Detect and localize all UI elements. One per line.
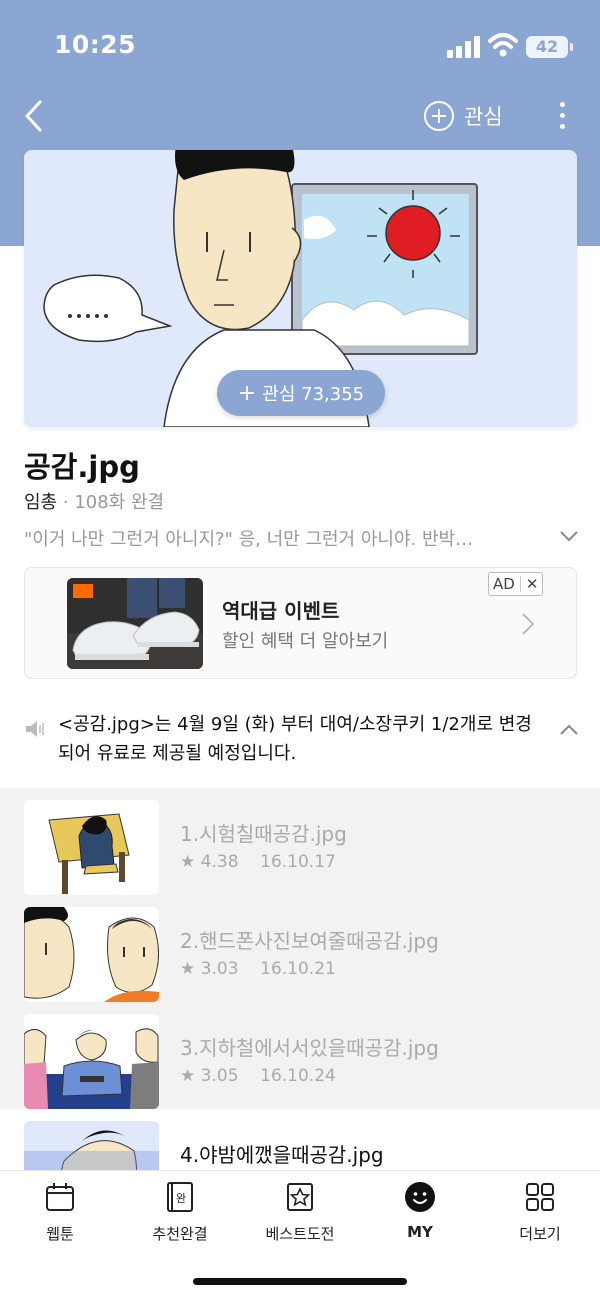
tab-more[interactable]: 더보기 bbox=[480, 1181, 600, 1243]
ad-subtitle: 할인 혜택 더 알아보기 bbox=[222, 631, 389, 652]
chevron-up-icon[interactable] bbox=[558, 722, 580, 736]
series-meta: 임총 · 108화 완결 bbox=[24, 488, 164, 514]
star-icon: ★ bbox=[180, 1066, 196, 1086]
episode-title: 4.야밤에깼을때공감.jpg bbox=[180, 1143, 384, 1167]
chevron-down-icon[interactable] bbox=[558, 528, 580, 544]
chevron-right-icon bbox=[522, 613, 535, 635]
episode-thumbnail bbox=[24, 1121, 159, 1170]
smiley-icon bbox=[405, 1182, 435, 1212]
notice-banner: <공감.jpg>는 4월 9일 (화) 부터 대여/소장쿠키 1/2개로 변경되… bbox=[0, 696, 600, 788]
tab-label: 웹툰 bbox=[46, 1225, 74, 1243]
episode-meta: ★ 3.05 16.10.24 bbox=[180, 1066, 336, 1086]
home-indicator[interactable] bbox=[193, 1278, 407, 1285]
episode-title: 2.핸드폰사진보여줄때공감.jpg bbox=[180, 929, 439, 953]
episode-meta: ★ 4.38 16.10.17 bbox=[180, 852, 336, 872]
episode-thumbnail bbox=[24, 800, 159, 895]
notice-text: <공감.jpg>는 4월 9일 (화) 부터 대여/소장쿠키 1/2개로 변경되… bbox=[58, 714, 532, 764]
episode-meta: ★ 3.03 16.10.21 bbox=[180, 959, 336, 979]
tab-best-challenge[interactable]: 베스트도전 bbox=[240, 1181, 360, 1243]
tab-recommended-completed[interactable]: 완 추천완결 bbox=[120, 1181, 240, 1243]
tab-label: 베스트도전 bbox=[265, 1225, 335, 1243]
tab-label: 더보기 bbox=[519, 1225, 561, 1243]
series-title: 공감.jpg bbox=[24, 450, 140, 484]
ad-image bbox=[67, 578, 203, 669]
tab-my[interactable]: MY bbox=[360, 1181, 480, 1241]
episode-row[interactable]: 1.시험칠때공감.jpg ★ 4.38 16.10.17 bbox=[0, 788, 600, 895]
star-icon: ★ bbox=[180, 959, 196, 979]
tab-label: 추천완결 bbox=[152, 1225, 208, 1243]
battery-level: 42 bbox=[535, 37, 559, 56]
tab-label: MY bbox=[407, 1223, 433, 1241]
book-icon: 완 bbox=[167, 1182, 193, 1212]
episode-row[interactable]: 2.핸드폰사진보여줄때공감.jpg ★ 3.03 16.10.21 bbox=[0, 895, 600, 1002]
follow-count-button[interactable]: + 관심 73,355 bbox=[217, 370, 385, 416]
calendar-icon bbox=[46, 1183, 74, 1211]
cellular-signal-icon bbox=[447, 36, 481, 58]
episode-rating: 4.38 bbox=[200, 852, 239, 872]
series-author[interactable]: 임총 bbox=[24, 492, 57, 513]
tab-webtoon[interactable]: 웹툰 bbox=[0, 1181, 120, 1243]
header-follow-button[interactable]: 관심 bbox=[424, 98, 503, 134]
series-cover-image: + 관심 73,355 bbox=[24, 150, 577, 427]
episode-row[interactable]: 3.지하철에서서있을때공감.jpg ★ 3.05 16.10.24 bbox=[0, 1002, 600, 1109]
series-description[interactable]: "이거 나만 그런거 아니지?" 응, 너만 그런거 아니야. 반박… bbox=[24, 525, 544, 551]
episode-thumbnail bbox=[24, 907, 159, 1002]
episode-title: 1.시험칠때공감.jpg bbox=[180, 822, 347, 846]
episode-list: 1.시험칠때공감.jpg ★ 4.38 16.10.17 2.핸드폰사진보여줄때… bbox=[0, 788, 600, 1170]
episode-date: 16.10.24 bbox=[260, 1066, 336, 1086]
status-bar: 10:25 42 bbox=[0, 0, 600, 90]
ad-label: AD bbox=[493, 575, 515, 593]
header-follow-label: 관심 bbox=[464, 105, 503, 129]
episode-title: 3.지하철에서서있을때공감.jpg bbox=[180, 1036, 439, 1060]
more-options-button[interactable] bbox=[552, 100, 572, 132]
episode-rating: 3.03 bbox=[200, 959, 239, 979]
completed-icon-text: 완 bbox=[176, 1192, 186, 1205]
grid-icon bbox=[526, 1183, 554, 1211]
episode-date: 16.10.17 bbox=[260, 852, 336, 872]
star-frame-icon bbox=[287, 1183, 313, 1211]
battery-icon: 42 bbox=[526, 36, 573, 58]
speaker-icon bbox=[26, 721, 44, 737]
follow-count-label: 관심 73,355 bbox=[262, 384, 365, 405]
wifi-icon bbox=[488, 33, 518, 57]
plus-icon: + bbox=[237, 380, 257, 406]
status-time: 10:25 bbox=[54, 30, 137, 59]
episode-row[interactable]: 4.야밤에깼을때공감.jpg bbox=[0, 1109, 600, 1170]
back-button[interactable] bbox=[20, 96, 50, 136]
ad-close-icon[interactable]: ✕ bbox=[526, 575, 539, 593]
ad-banner[interactable]: 역대급 이벤트 할인 혜택 더 알아보기 AD ✕ bbox=[24, 567, 577, 679]
meta-separator: · bbox=[62, 492, 69, 513]
episode-thumbnail bbox=[24, 1014, 159, 1109]
ad-badge[interactable]: AD ✕ bbox=[488, 572, 544, 596]
star-icon: ★ bbox=[180, 852, 196, 872]
plus-circle-icon bbox=[424, 101, 454, 131]
episode-date: 16.10.21 bbox=[260, 959, 336, 979]
episode-rating: 3.05 bbox=[200, 1066, 239, 1086]
episode-info: 108화 완결 bbox=[74, 492, 165, 513]
ad-title: 역대급 이벤트 bbox=[222, 599, 340, 623]
